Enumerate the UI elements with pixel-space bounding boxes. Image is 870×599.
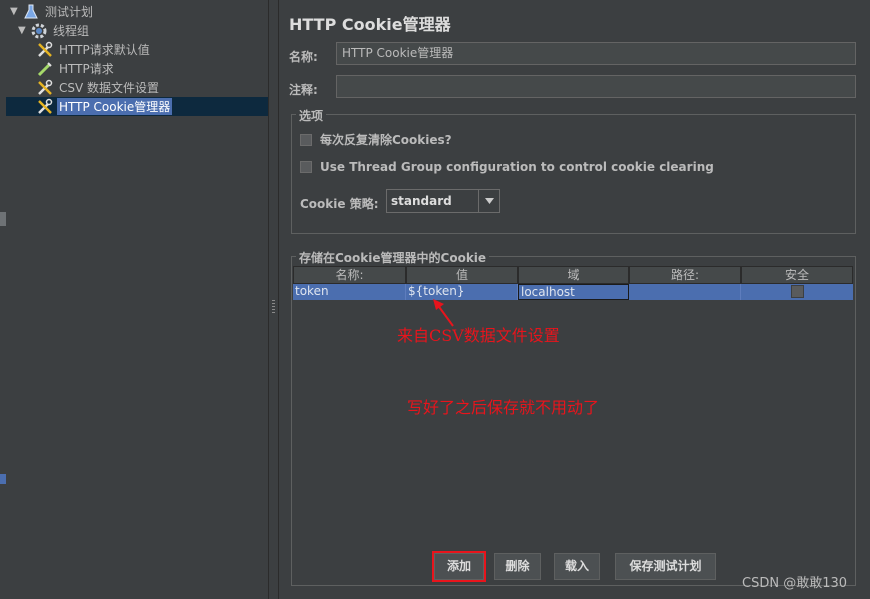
comment-input[interactable] (336, 75, 856, 98)
watermark: CSDN @敢敢130 (742, 576, 848, 591)
save-test-plan-button[interactable]: 保存测试计划 (615, 553, 716, 580)
tree-node-label: 线程组 (53, 24, 90, 38)
tree-node-cookie-manager[interactable]: HTTP Cookie管理器 (6, 97, 268, 116)
config-wrench-icon (36, 98, 54, 116)
cookie-policy-value: standard (391, 194, 452, 208)
name-input[interactable]: HTTP Cookie管理器 (336, 42, 856, 65)
expand-arrow-icon[interactable]: ▼ (18, 25, 30, 36)
test-plan-tree: ▼ 测试计划 ▼ 线程组 HTTP请求默认值 HTTP请求 CSV 数据文件设置 (6, 0, 269, 599)
column-header-path[interactable]: 路径: (629, 266, 741, 284)
clear-each-iteration-label: 每次反复清除Cookies? (320, 133, 452, 147)
tree-node-label: 测试计划 (45, 5, 94, 19)
use-thread-group-checkbox[interactable] (300, 161, 312, 173)
cell-domain[interactable]: localhost (518, 284, 629, 300)
load-button[interactable]: 载入 (554, 553, 600, 580)
sampler-pipette-icon (36, 60, 54, 78)
tree-node-test-plan[interactable]: ▼ 测试计划 (10, 2, 95, 21)
delete-button[interactable]: 删除 (494, 553, 541, 580)
cell-secure[interactable] (741, 284, 853, 300)
config-wrench-icon (36, 79, 54, 97)
tree-node-csv-config[interactable]: CSV 数据文件设置 (36, 78, 161, 97)
cookie-policy-label: Cookie 策略: (300, 197, 379, 211)
cookies-table: 名称: 值 域 路径: 安全 token ${token} localhost (293, 266, 853, 300)
annotation-source-note: 来自CSV数据文件设置 (397, 326, 560, 345)
cookie-manager-panel: HTTP Cookie管理器 名称: HTTP Cookie管理器 注释: 选项… (279, 0, 870, 599)
options-group: 选项 每次反复清除Cookies? Use Thread Group confi… (291, 107, 856, 234)
tree-node-label: HTTP请求默认值 (59, 43, 150, 57)
splitter-grip-icon[interactable] (272, 300, 275, 314)
clear-each-iteration-checkbox[interactable] (300, 133, 312, 146)
name-label: 名称: (289, 50, 318, 64)
stored-cookies-group: 存储在Cookie管理器中的Cookie (291, 249, 856, 586)
chevron-down-icon[interactable] (478, 190, 499, 212)
column-header-name[interactable]: 名称: (293, 266, 406, 284)
tree-node-http-request[interactable]: HTTP请求 (36, 59, 116, 78)
use-thread-group-label: Use Thread Group configuration to contro… (320, 160, 714, 174)
comment-label: 注释: (289, 83, 318, 97)
use-thread-group-option[interactable]: Use Thread Group configuration to contro… (300, 160, 714, 174)
column-header-domain[interactable]: 域 (518, 266, 629, 284)
column-header-secure[interactable]: 安全 (741, 266, 853, 284)
clear-each-iteration-option[interactable]: 每次反复清除Cookies? (300, 131, 452, 148)
annotation-save-note: 写好了之后保存就不用动了 (407, 398, 600, 417)
panel-splitter[interactable] (269, 0, 279, 599)
cell-path[interactable] (629, 284, 741, 300)
stored-cookies-title: 存储在Cookie管理器中的Cookie (296, 249, 490, 266)
cell-name[interactable]: token (293, 284, 406, 300)
panel-title: HTTP Cookie管理器 (289, 15, 451, 34)
add-button[interactable]: 添加 (432, 551, 486, 582)
thread-group-gear-icon (30, 22, 48, 40)
tree-node-label: HTTP请求 (59, 62, 114, 76)
test-plan-icon (22, 3, 40, 21)
tree-node-http-defaults[interactable]: HTTP请求默认值 (36, 40, 152, 59)
secure-checkbox[interactable] (790, 285, 804, 298)
cookies-table-header: 名称: 值 域 路径: 安全 (293, 266, 853, 284)
tree-node-thread-group[interactable]: ▼ 线程组 (18, 21, 91, 40)
cookie-policy-select[interactable]: standard (386, 189, 500, 213)
table-row[interactable]: token ${token} localhost (293, 284, 853, 300)
column-header-value[interactable]: 值 (406, 266, 518, 284)
options-group-title: 选项 (296, 107, 327, 124)
config-wrench-icon (36, 41, 54, 59)
tree-node-label: HTTP Cookie管理器 (57, 98, 173, 115)
tree-node-label: CSV 数据文件设置 (59, 81, 160, 95)
expand-arrow-icon[interactable]: ▼ (10, 6, 22, 17)
